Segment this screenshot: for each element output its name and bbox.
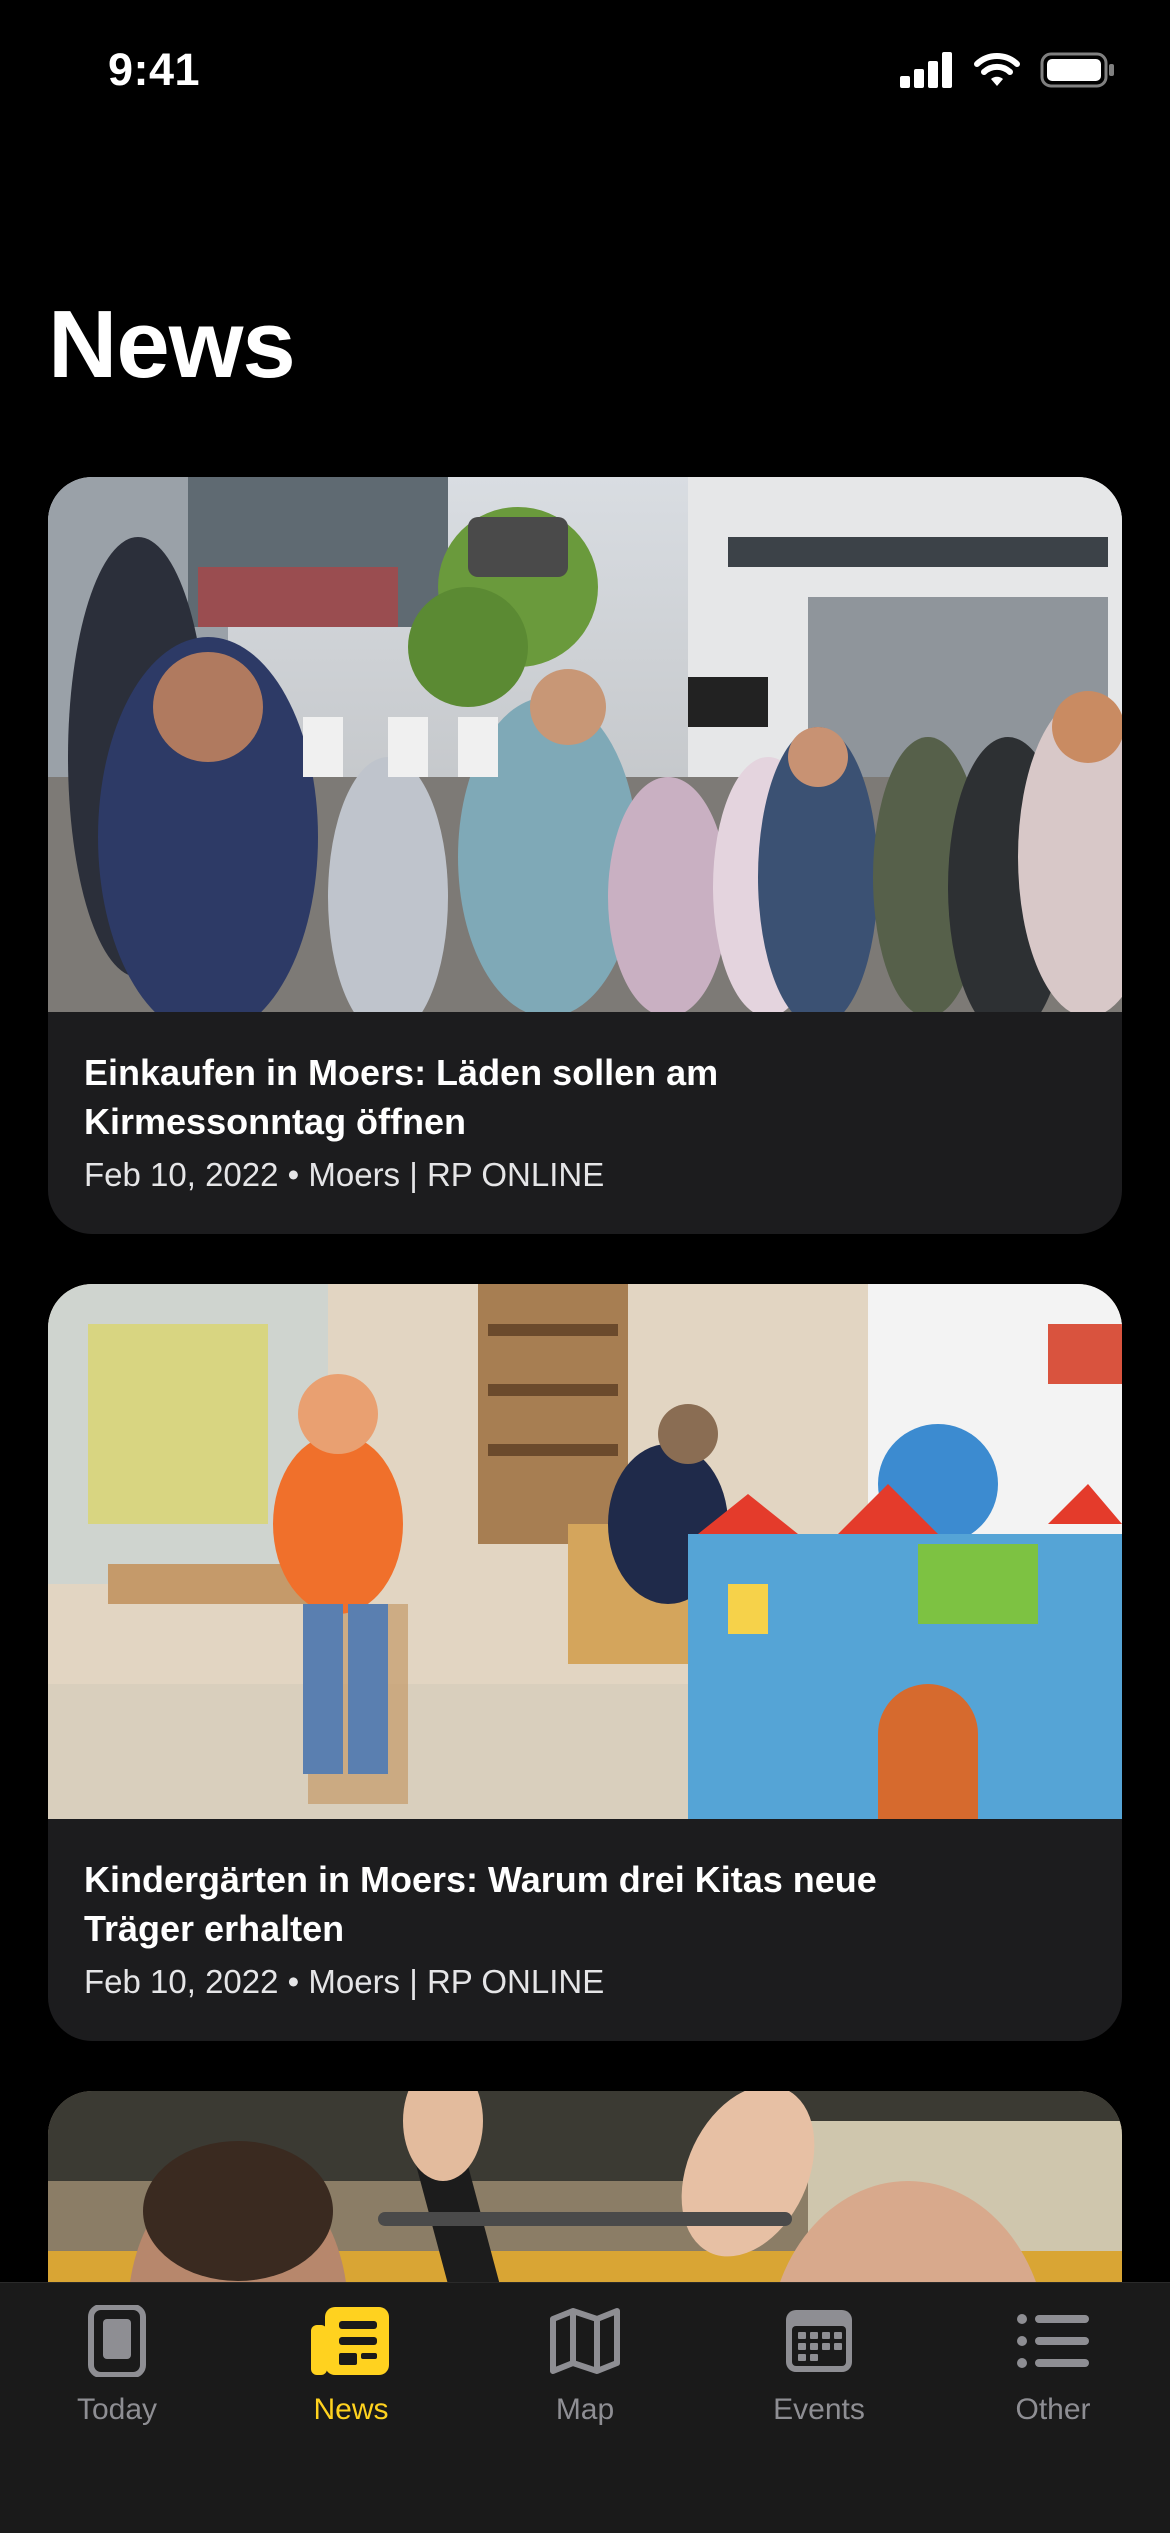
article-image [48,2091,1122,2282]
wifi-icon [974,53,1020,86]
article-image [48,1284,1122,1819]
tab-news[interactable]: News [234,2283,468,2473]
article-body: Kindergärten in Moers: Warum drei Kitas … [48,1819,1122,2041]
article-title: Kindergärten in Moers: Warum drei Kitas … [84,1859,877,1949]
tablet-icon [77,2301,157,2381]
article-body: Einkaufen in Moers: Läden sollen am Kirm… [48,1012,1122,1234]
news-card[interactable]: Kindergärten in Moers: Warum drei Kitas … [48,1284,1122,2041]
article-title: Einkaufen in Moers: Läden sollen am Kirm… [84,1052,719,1142]
tab-label: Events [773,2393,865,2426]
tab-other[interactable]: Other [936,2283,1170,2473]
page-title: News [48,291,296,398]
status-icons [900,52,1116,88]
tab-map[interactable]: Map [468,2283,702,2473]
article-meta: Feb 10, 2022 • Moers | RP ONLINE [84,1156,605,1193]
newspaper-icon [311,2301,391,2381]
status-bar: 9:41 [0,0,1170,150]
article-image [48,477,1122,1012]
tab-label: News [313,2393,389,2426]
article-meta: Feb 10, 2022 • Moers | RP ONLINE [84,1963,605,2000]
news-card[interactable] [48,2091,1122,2282]
tab-label: Other [1015,2393,1091,2426]
tab-label: Today [76,2393,158,2426]
map-icon [545,2301,625,2381]
tab-today[interactable]: Today [0,2283,234,2473]
tab-bar: Today News Map Events Other [0,2282,1170,2533]
cellular-signal-icon [900,52,952,88]
tab-label: Map [555,2393,615,2426]
news-card[interactable]: Einkaufen in Moers: Läden sollen am Kirm… [48,477,1122,1234]
home-indicator[interactable] [378,2212,792,2226]
list-icon [1013,2301,1093,2381]
news-feed[interactable]: Einkaufen in Moers: Läden sollen am Kirm… [48,477,1122,2282]
battery-icon [1040,52,1114,88]
calendar-icon [779,2301,859,2381]
status-time: 9:41 [108,44,201,95]
tab-events[interactable]: Events [702,2283,936,2473]
